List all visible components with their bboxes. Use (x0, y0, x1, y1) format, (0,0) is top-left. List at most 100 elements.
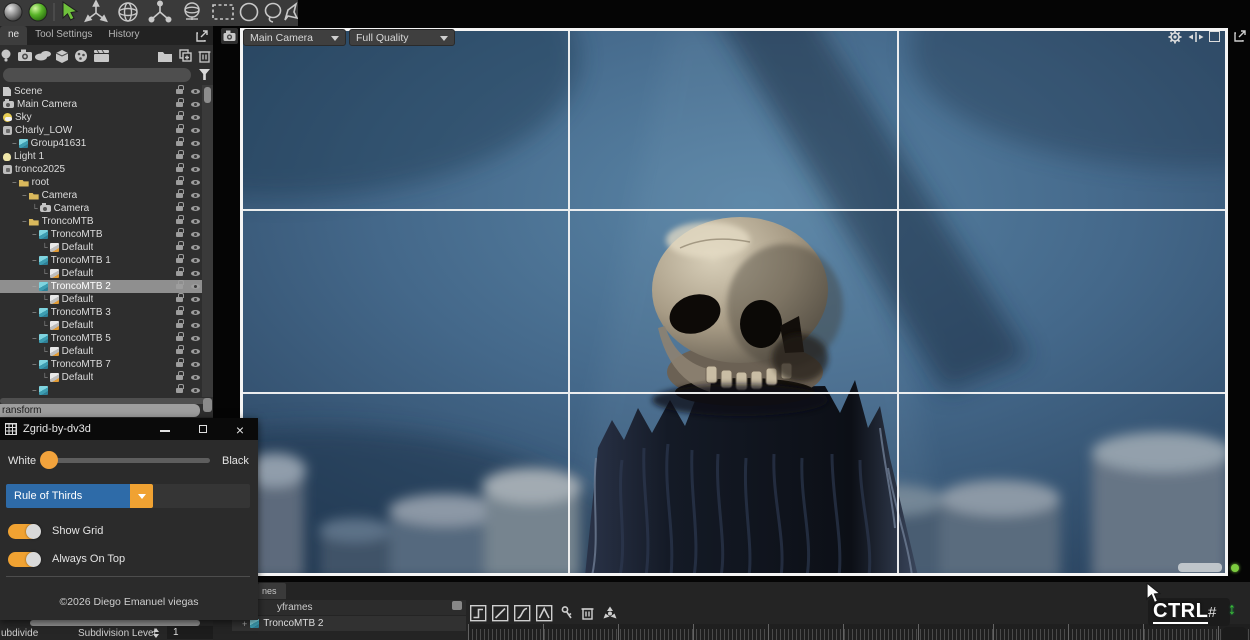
tree-row[interactable]: Default (0, 241, 202, 254)
visibility-icon[interactable] (191, 310, 200, 315)
polygon-lasso-select-icon[interactable] (285, 4, 297, 20)
tree-row[interactable]: Default (0, 293, 202, 306)
visibility-icon[interactable] (191, 167, 200, 172)
visibility-icon[interactable] (191, 284, 200, 289)
material-sphere-green-icon[interactable] (29, 3, 47, 21)
show-grid-toggle[interactable] (8, 524, 40, 539)
tree-row[interactable]: Sky (0, 111, 202, 124)
lock-icon[interactable] (176, 206, 183, 211)
delete-key-icon[interactable] (582, 609, 594, 619)
timeline-column-scrollbar[interactable] (452, 601, 462, 610)
lock-icon[interactable] (176, 336, 183, 341)
tree-row[interactable]: Main Camera (0, 98, 202, 111)
tree-row[interactable]: TroncoMTB 1 (0, 254, 202, 267)
visibility-icon[interactable] (191, 232, 200, 237)
clip-icon[interactable] (94, 50, 109, 62)
mesh-icon[interactable] (56, 50, 68, 63)
bezier-interpolation-icon[interactable] (537, 606, 552, 621)
render-viewport[interactable] (240, 28, 1228, 576)
tree-row[interactable]: Camera (0, 189, 202, 202)
viewport-camera-button[interactable] (221, 28, 238, 44)
grid-mode-dropdown[interactable]: Rule of Thirds (6, 484, 130, 508)
visibility-icon[interactable] (191, 297, 200, 302)
transform-section-header[interactable]: ransform (0, 404, 200, 417)
auto-key-icon[interactable] (604, 607, 617, 619)
dialog-title-bar[interactable]: Zgrid-by-dv3d (0, 418, 258, 440)
close-button[interactable] (233, 422, 247, 436)
lasso-select-icon[interactable] (266, 4, 281, 23)
zgrid-dialog[interactable]: Zgrid-by-dv3d White Black Rule of Thirds… (0, 418, 258, 620)
tree-row[interactable]: Camera (0, 202, 202, 215)
lock-icon[interactable] (176, 258, 183, 263)
tree-row[interactable]: Default (0, 319, 202, 332)
add-key-icon[interactable] (562, 607, 571, 618)
visibility-icon[interactable] (191, 323, 200, 328)
visibility-icon[interactable] (191, 89, 200, 94)
visibility-icon[interactable] (191, 271, 200, 276)
visibility-icon[interactable] (191, 206, 200, 211)
corner-scroll-pill[interactable] (1222, 627, 1247, 640)
folder-icon[interactable] (158, 52, 172, 62)
subdivide-label[interactable]: ubdivide (1, 628, 38, 639)
minimize-button[interactable] (158, 422, 172, 436)
lock-icon[interactable] (176, 141, 183, 146)
linear-interpolation-icon[interactable] (493, 606, 508, 621)
ball-joint-tool-icon[interactable] (149, 1, 170, 21)
tree-scrollbar[interactable] (202, 85, 213, 397)
viewport-maximize-button[interactable] (1209, 31, 1220, 42)
slider-knob[interactable] (40, 451, 58, 469)
material-icon[interactable] (75, 50, 87, 62)
timeline-tab[interactable]: nes (258, 583, 286, 599)
ease-interpolation-icon[interactable] (515, 606, 530, 621)
filter-icon[interactable] (199, 69, 210, 80)
lock-icon[interactable] (176, 349, 183, 354)
marquee-select-icon[interactable] (213, 5, 233, 19)
lock-icon[interactable] (176, 297, 183, 302)
lock-icon[interactable] (176, 89, 183, 94)
lock-icon[interactable] (176, 167, 183, 172)
light-icon[interactable] (2, 50, 11, 62)
lock-icon[interactable] (176, 193, 183, 198)
always-on-top-toggle[interactable] (8, 552, 40, 567)
quality-dropdown[interactable]: Full Quality (349, 29, 455, 46)
tree-row[interactable]: root (0, 176, 202, 189)
tab-scene[interactable]: ne (0, 26, 27, 45)
timeline-ruler[interactable] (468, 624, 1250, 640)
panel-scrollbar-thumb[interactable] (203, 398, 212, 412)
expand-track-icon[interactable]: + (242, 619, 247, 629)
visibility-icon[interactable] (191, 388, 200, 393)
camera-icon[interactable] (18, 50, 32, 62)
tree-row[interactable]: TroncoMTB 3 (0, 306, 202, 319)
visibility-icon[interactable] (191, 349, 200, 354)
lock-icon[interactable] (176, 310, 183, 315)
sky-icon[interactable] (35, 51, 51, 61)
pop-out-viewport-icon[interactable] (1234, 29, 1247, 42)
viewport-scroll-pill[interactable] (1178, 563, 1222, 572)
tree-row[interactable]: TroncoMTB (0, 228, 202, 241)
tree-row[interactable]: Default (0, 267, 202, 280)
timeline-track-row[interactable]: + TroncoMTB 2 (232, 616, 466, 631)
tree-scrollbar-thumb[interactable] (204, 87, 211, 103)
lock-icon[interactable] (176, 102, 183, 107)
lock-icon[interactable] (176, 271, 183, 276)
tree-row-selected[interactable]: TroncoMTB 2 (0, 280, 202, 293)
lock-icon[interactable] (176, 388, 183, 393)
visibility-icon[interactable] (191, 375, 200, 380)
visibility-icon[interactable] (191, 115, 200, 120)
tree-row[interactable]: Default (0, 345, 202, 358)
rotate-tool-icon[interactable] (119, 3, 137, 21)
lock-icon[interactable] (176, 219, 183, 224)
move-tool-icon[interactable] (86, 1, 107, 21)
ellipse-select-icon[interactable] (241, 4, 258, 21)
delete-icon[interactable] (199, 52, 211, 62)
visibility-icon[interactable] (191, 362, 200, 367)
tree-row[interactable]: Scene (0, 85, 202, 98)
tab-history[interactable]: History (100, 26, 147, 45)
lock-icon[interactable] (176, 362, 183, 367)
lock-icon[interactable] (176, 128, 183, 133)
material-sphere-icon[interactable] (4, 3, 22, 21)
visibility-icon[interactable] (191, 193, 200, 198)
tree-row[interactable]: Group41631 (0, 137, 202, 150)
tree-row[interactable]: Light 1 (0, 150, 202, 163)
visibility-icon[interactable] (191, 258, 200, 263)
